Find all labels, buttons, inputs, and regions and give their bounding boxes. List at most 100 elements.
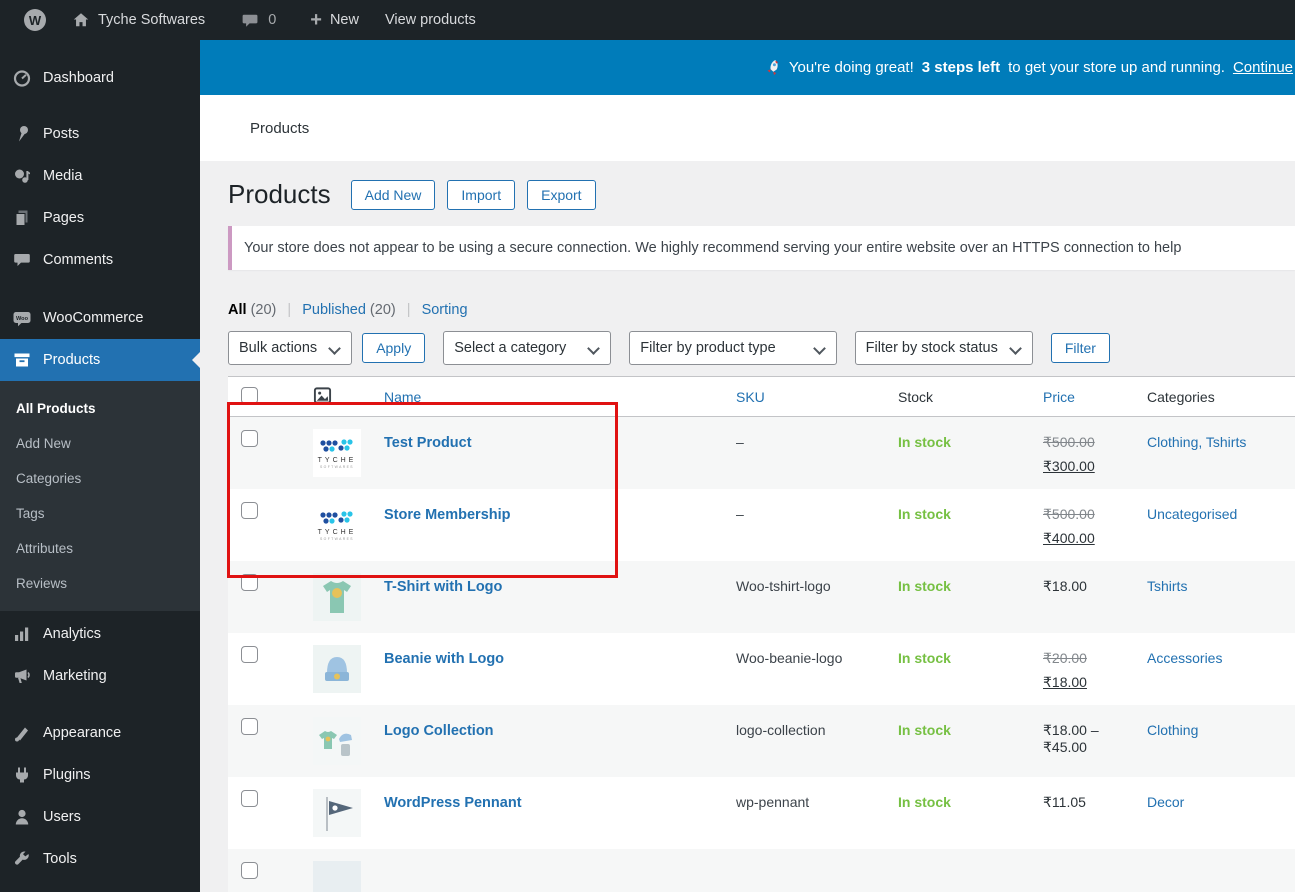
product-price: ₹18.00 <box>1043 578 1087 594</box>
product-name-link[interactable]: WordPress Pennant <box>384 795 522 811</box>
table-row: Beanie with Logo Woo-beanie-logo In stoc… <box>228 633 1295 705</box>
product-name-link[interactable]: Store Membership <box>384 507 511 523</box>
sidebar-item-comments[interactable]: Comments <box>0 239 200 281</box>
sidebar-item-dashboard[interactable]: Dashboard <box>0 57 200 99</box>
submenu-item-tags[interactable]: Tags <box>0 496 200 531</box>
product-categories-link[interactable]: Clothing, Tshirts <box>1147 434 1246 450</box>
product-name-link[interactable]: Beanie with Logo <box>384 651 504 667</box>
import-button[interactable]: Import <box>447 179 516 210</box>
row-checkbox[interactable] <box>241 862 258 879</box>
product-thumbnail[interactable] <box>313 789 361 837</box>
category-filter-select[interactable]: Select a category <box>443 331 612 365</box>
filter-button[interactable]: Filter <box>1050 333 1110 363</box>
product-categories-link[interactable]: Clothing <box>1147 722 1198 738</box>
submenu-item-attributes[interactable]: Attributes <box>0 531 200 566</box>
view-published-count: (20) <box>369 302 396 318</box>
product-price: ₹11.05 <box>1043 794 1086 810</box>
image-column-icon <box>313 386 332 408</box>
product-price: ₹500.00 ₹400.00 <box>1043 506 1095 546</box>
new-menu[interactable]: + New <box>300 0 369 40</box>
view-published-link[interactable]: Published <box>302 302 366 318</box>
sidebar-item-users[interactable]: Users <box>0 796 200 838</box>
breadcrumb: Products <box>250 119 310 137</box>
plug-icon <box>12 765 32 785</box>
svg-text:TYCHE: TYCHE <box>318 457 357 464</box>
sidebar-item-analytics[interactable]: Analytics <box>0 613 200 655</box>
sidebar-item-woocommerce[interactable]: Woo WooCommerce <box>0 297 200 339</box>
row-checkbox[interactable] <box>241 718 258 735</box>
bulk-actions-select[interactable]: Bulk actions <box>228 331 353 365</box>
sidebar-item-pages[interactable]: Pages <box>0 197 200 239</box>
view-all-link[interactable]: All <box>228 302 247 318</box>
view-sorting-link[interactable]: Sorting <box>422 302 468 318</box>
submenu-item-reviews[interactable]: Reviews <box>0 566 200 601</box>
sidebar-item-appearance[interactable]: Appearance <box>0 712 200 754</box>
person-icon <box>12 807 32 827</box>
sidebar-item-label: Appearance <box>43 725 122 741</box>
table-row: T-Shirt with Logo Woo-tshirt-logo In sto… <box>228 561 1295 633</box>
setup-progress-banner: You're doing great! 3 steps left to get … <box>200 40 1295 95</box>
product-sku: – <box>736 434 744 450</box>
comments-menu[interactable]: 0 <box>231 0 286 40</box>
sidebar-item-label: Posts <box>43 126 80 142</box>
product-categories-link[interactable]: Uncategorised <box>1147 506 1237 522</box>
add-new-button[interactable]: Add New <box>350 179 436 210</box>
product-categories-link[interactable]: Decor <box>1147 794 1184 810</box>
submenu-item-add-new[interactable]: Add New <box>0 426 200 461</box>
admin-bar: W Tyche Softwares 0 + New View products <box>0 0 1295 40</box>
new-label: New <box>329 12 359 28</box>
sidebar-item-tools[interactable]: Tools <box>0 838 200 880</box>
price-column-header[interactable]: Price <box>1043 389 1075 405</box>
sidebar-item-marketing[interactable]: Marketing <box>0 655 200 697</box>
site-name-menu[interactable]: Tyche Softwares <box>62 0 215 40</box>
export-button[interactable]: Export <box>527 179 596 210</box>
wordpress-logo-menu[interactable]: W <box>14 0 56 40</box>
name-column-header[interactable]: Name <box>384 389 421 405</box>
view-products-menu[interactable]: View products <box>375 0 486 40</box>
page-title: Products <box>228 179 331 209</box>
row-checkbox[interactable] <box>241 430 258 447</box>
brush-icon <box>12 723 32 743</box>
svg-text:TYCHE: TYCHE <box>318 529 357 536</box>
sidebar-item-plugins[interactable]: Plugins <box>0 754 200 796</box>
product-thumbnail[interactable] <box>313 573 361 621</box>
product-thumbnail[interactable]: TYCHE SOFTWARES <box>313 501 361 549</box>
stock-status-filter-select[interactable]: Filter by stock status <box>854 331 1033 365</box>
table-row: TYCHE SOFTWARES Store Membership – In sto… <box>228 489 1295 561</box>
submenu-item-categories[interactable]: Categories <box>0 461 200 496</box>
product-categories-link[interactable]: Accessories <box>1147 650 1222 666</box>
product-thumbnail[interactable]: TYCHE SOFTWARES <box>313 429 361 477</box>
product-type-filter-select[interactable]: Filter by product type <box>629 331 837 365</box>
product-sku: Woo-beanie-logo <box>736 650 843 666</box>
table-row <box>228 849 1295 892</box>
banner-continue-link[interactable]: Continue <box>1233 59 1293 76</box>
product-thumbnail[interactable] <box>313 645 361 693</box>
svg-text:SOFTWARES: SOFTWARES <box>320 465 354 469</box>
product-thumbnail[interactable] <box>313 717 361 765</box>
media-icon <box>12 166 32 186</box>
row-checkbox[interactable] <box>241 646 258 663</box>
product-thumbnail[interactable] <box>313 861 361 892</box>
product-price: ₹500.00 ₹300.00 <box>1043 434 1095 474</box>
table-row: TYCHE SOFTWARES Test Product – In stock ₹… <box>228 417 1295 489</box>
stock-status: In stock <box>898 506 951 522</box>
product-categories-link[interactable]: Tshirts <box>1147 578 1187 594</box>
table-header-row: Name SKU Stock Price Categories <box>228 377 1295 417</box>
sidebar-item-label: Media <box>43 168 83 184</box>
row-checkbox[interactable] <box>241 502 258 519</box>
sidebar-item-media[interactable]: Media <box>0 155 200 197</box>
apply-button[interactable]: Apply <box>362 333 426 363</box>
banner-text-prefix: You're doing great! <box>788 59 914 76</box>
row-checkbox[interactable] <box>241 574 258 591</box>
submenu-item-all-products[interactable]: All Products <box>0 391 200 426</box>
svg-text:SOFTWARES: SOFTWARES <box>320 537 354 541</box>
sidebar-item-posts[interactable]: Posts <box>0 113 200 155</box>
product-name-link[interactable]: Test Product <box>384 435 472 451</box>
sku-column-header[interactable]: SKU <box>736 389 765 405</box>
select-all-checkbox[interactable] <box>241 386 258 404</box>
product-price: ₹20.00 ₹18.00 <box>1043 650 1087 690</box>
product-name-link[interactable]: Logo Collection <box>384 723 494 739</box>
product-name-link[interactable]: T-Shirt with Logo <box>384 579 502 595</box>
row-checkbox[interactable] <box>241 790 258 807</box>
sidebar-item-products[interactable]: Products <box>0 339 200 381</box>
